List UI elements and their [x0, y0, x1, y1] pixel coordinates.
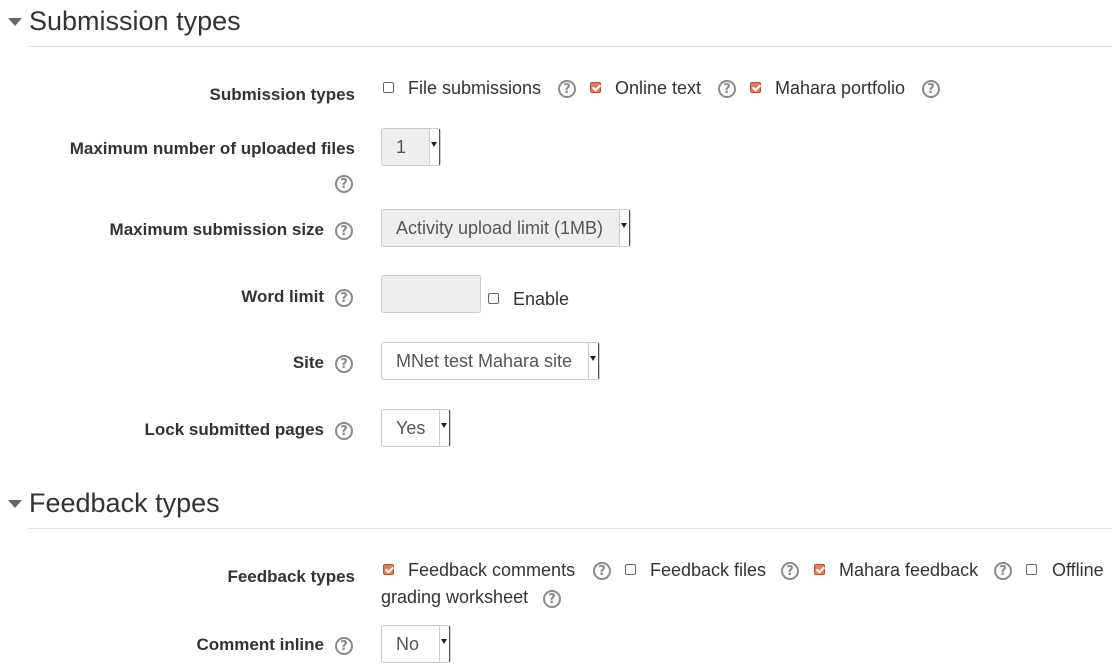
site-select[interactable]: MNet test Mahara site — [381, 342, 600, 380]
word-limit-enable-label: Enable — [513, 289, 570, 309]
help-icon[interactable]: ? — [335, 422, 353, 440]
help-icon[interactable]: ? — [593, 562, 611, 580]
comment-inline-label: Comment inline — [196, 635, 324, 654]
max-size-label: Maximum submission size — [109, 220, 324, 239]
word-limit-enable-checkbox[interactable] — [488, 293, 499, 304]
online-text-checkbox[interactable] — [590, 82, 601, 93]
dropdown-caret-icon — [429, 129, 440, 165]
dropdown-caret-icon — [439, 410, 450, 446]
word-limit-label: Word limit — [241, 287, 324, 306]
collapse-caret-icon — [8, 17, 22, 26]
feedback-types-label: Feedback types — [227, 567, 355, 586]
submission-types-header[interactable]: Submission types — [0, 6, 241, 37]
help-icon[interactable]: ? — [335, 175, 353, 193]
help-icon[interactable]: ? — [335, 637, 353, 655]
word-limit-input[interactable] — [381, 275, 481, 313]
comment-inline-value: No — [396, 633, 420, 654]
help-icon[interactable]: ? — [922, 80, 940, 98]
lock-pages-select[interactable]: Yes — [381, 409, 451, 447]
dropdown-caret-icon — [439, 626, 450, 662]
file-submissions-checkbox[interactable] — [383, 82, 394, 93]
comment-inline-select[interactable]: No — [381, 625, 451, 663]
max-size-select[interactable]: Activity upload limit (1MB) — [381, 209, 631, 247]
file-submissions-label: File submissions — [408, 78, 542, 98]
section-divider — [28, 528, 1112, 529]
feedback-types-title: Feedback types — [29, 488, 220, 518]
help-icon[interactable]: ? — [781, 562, 799, 580]
help-icon[interactable]: ? — [335, 222, 353, 240]
mahara-feedback-label: Mahara feedback — [839, 560, 979, 580]
offline-grading-checkbox[interactable] — [1026, 564, 1037, 575]
lock-pages-value: Yes — [396, 417, 426, 438]
mahara-portfolio-label: Mahara portfolio — [775, 78, 906, 98]
help-icon[interactable]: ? — [994, 562, 1012, 580]
section-divider — [28, 46, 1112, 47]
site-label: Site — [292, 353, 324, 372]
feedback-comments-checkbox[interactable] — [383, 564, 394, 575]
max-files-value: 1 — [396, 136, 407, 157]
max-files-label: Maximum number of uploaded files — [69, 139, 355, 158]
submission-types-title: Submission types — [29, 6, 241, 36]
submission-types-label: Submission types — [209, 85, 355, 104]
max-size-value: Activity upload limit (1MB) — [396, 217, 604, 238]
help-icon[interactable]: ? — [335, 355, 353, 373]
offline-grading-label-cont: grading worksheet — [381, 587, 529, 607]
feedback-types-header[interactable]: Feedback types — [0, 488, 220, 519]
feedback-files-checkbox[interactable] — [625, 564, 636, 575]
dropdown-caret-icon — [619, 210, 630, 246]
lock-pages-label: Lock submitted pages — [144, 420, 324, 439]
site-value: MNet test Mahara site — [396, 350, 573, 371]
help-icon[interactable]: ? — [543, 590, 561, 608]
mahara-feedback-checkbox[interactable] — [814, 564, 825, 575]
offline-grading-label: Offline — [1052, 560, 1104, 580]
feedback-comments-label: Feedback comments — [408, 560, 576, 580]
help-icon[interactable]: ? — [718, 80, 736, 98]
online-text-label: Online text — [615, 78, 702, 98]
feedback-files-label: Feedback files — [650, 560, 767, 580]
mahara-portfolio-checkbox[interactable] — [750, 82, 761, 93]
help-icon[interactable]: ? — [335, 289, 353, 307]
help-icon[interactable]: ? — [558, 80, 576, 98]
max-files-select[interactable]: 1 — [381, 128, 441, 166]
collapse-caret-icon — [8, 499, 22, 508]
dropdown-caret-icon — [588, 343, 599, 379]
